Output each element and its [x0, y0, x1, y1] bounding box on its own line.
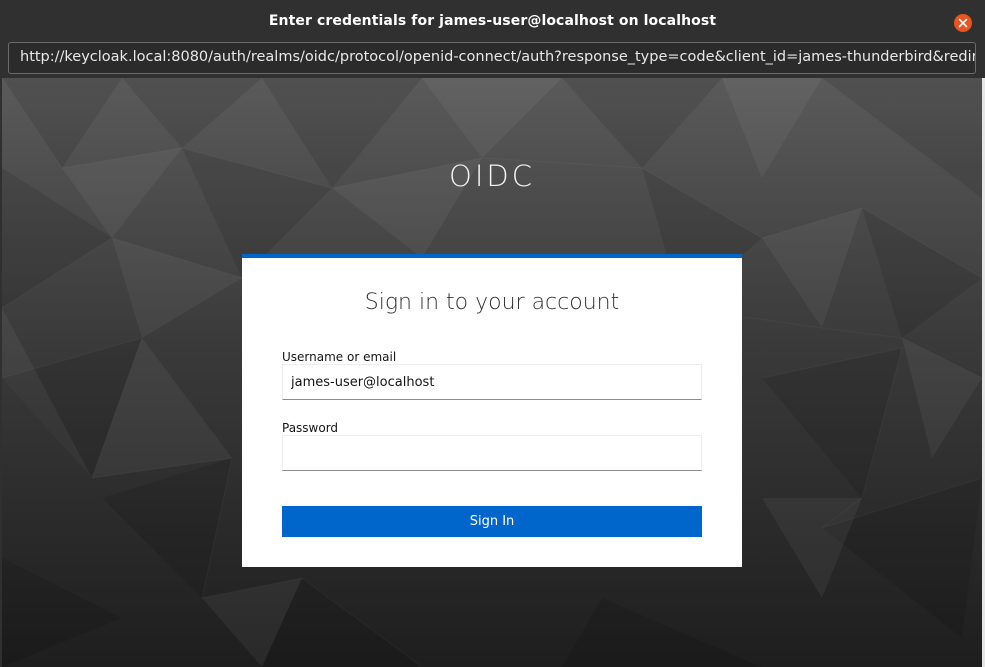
url-bar[interactable]: http://keycloak.local:8080/auth/realms/o… — [8, 42, 976, 74]
username-input[interactable] — [282, 364, 702, 400]
window-title: Enter credentials for james-user@localho… — [268, 13, 717, 29]
login-page: OIDC Sign in to your account Username or… — [2, 78, 982, 667]
login-card: Sign in to your account Username or emai… — [242, 254, 742, 567]
close-button[interactable] — [954, 14, 972, 32]
password-label: Password — [282, 421, 339, 435]
card-title: Sign in to your account — [364, 290, 620, 315]
title-bar[interactable]: Enter credentials for james-user@localho… — [0, 0, 985, 42]
password-input[interactable] — [282, 435, 702, 471]
realm-title: OIDC — [449, 159, 535, 193]
sign-in-button[interactable]: Sign In — [282, 506, 702, 537]
close-icon — [958, 18, 968, 28]
username-label: Username or email — [282, 350, 397, 364]
credentials-dialog: Enter credentials for james-user@localho… — [0, 0, 985, 667]
url-text: http://keycloak.local:8080/auth/realms/o… — [20, 49, 976, 65]
